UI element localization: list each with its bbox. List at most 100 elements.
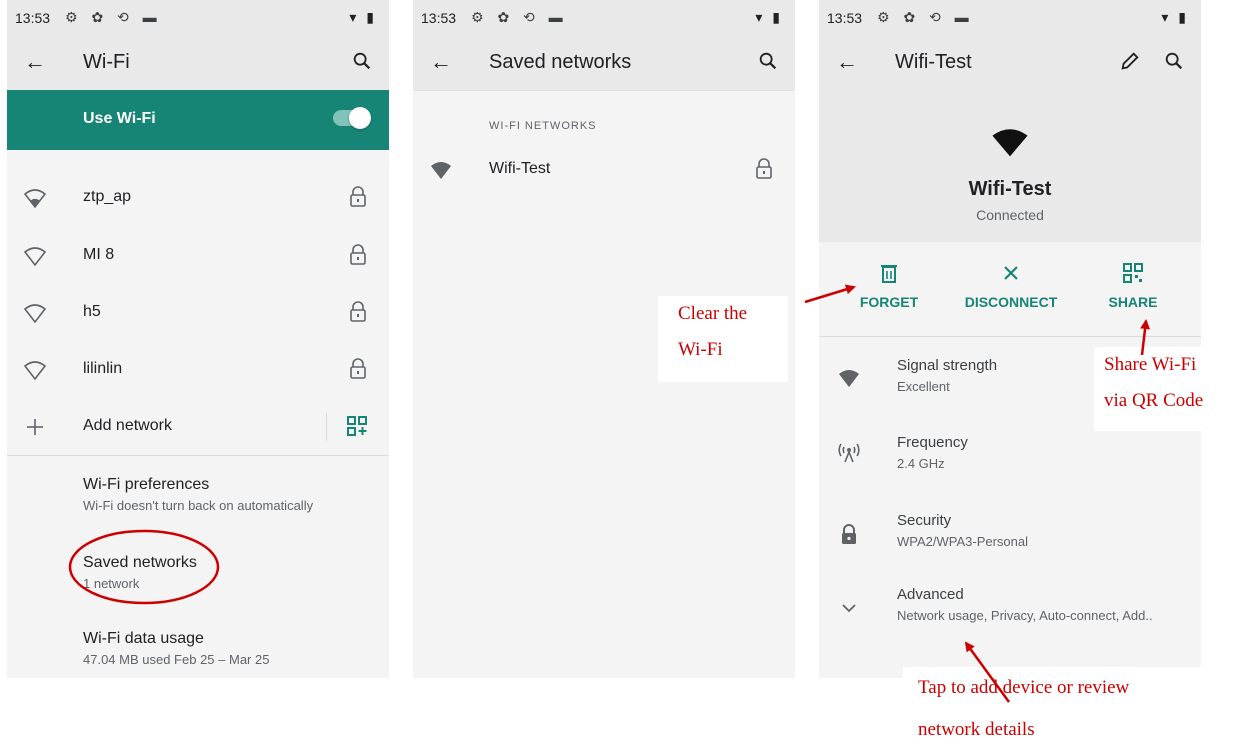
network-name: lilinlin [83, 360, 123, 377]
wifi-signal-icon [23, 189, 47, 209]
tap-advanced-callout: Tap to add device or review network deta… [903, 667, 1203, 755]
status-bar: 13:53 ⚙ ✿ ⟲ ▬ ▾ ▮ [7, 0, 389, 38]
vertical-divider [326, 413, 327, 441]
saved-networks-title: Saved networks [83, 554, 197, 571]
status-bar: 13:53 ⚙ ✿ ⟲ ▬ ▾ ▮ [413, 0, 795, 38]
detail-title: Advanced [897, 586, 964, 603]
network-name: h5 [83, 303, 101, 320]
disconnect-label: DISCONNECT [964, 294, 1058, 310]
wifi-signal-icon [23, 361, 47, 381]
network-row[interactable]: ztp_ap [7, 170, 389, 226]
forget-label: FORGET [859, 294, 919, 310]
detail-title: Signal strength [897, 357, 998, 374]
clear-wifi-callout: Clear the Wi-Fi [658, 296, 788, 382]
divider [819, 336, 1201, 337]
signal-battery-icons: ▾ ▮ [1161, 9, 1189, 25]
saved-network-row[interactable]: Wifi-Test [413, 142, 795, 198]
wifi-signal-icon [23, 247, 47, 267]
status-time: 13:53 [421, 10, 457, 26]
add-network-row[interactable]: Add network [7, 399, 389, 455]
wifi-preferences-title: Wi-Fi preferences [83, 476, 210, 493]
detail-value: WPA2/WPA3-Personal [897, 534, 1029, 549]
share-button[interactable]: SHARE [1073, 262, 1193, 310]
network-row[interactable]: MI 8 [7, 228, 389, 284]
callout-line: network details [918, 719, 1035, 740]
chevron-down-icon [842, 604, 856, 613]
network-details-screen: 13:53 ⚙ ✿ ⟲ ▬ ▾ ▮ ← Wifi-Test Wifi-Test … [819, 0, 1201, 678]
signal-battery-icons: ▾ ▮ [349, 9, 377, 25]
wifi-signal-icon [839, 370, 859, 387]
network-name: Wifi-Test [968, 178, 1052, 200]
page-title: Saved networks [489, 51, 632, 73]
saved-networks-subtitle: 1 network [83, 576, 140, 591]
callout-line: Wi-Fi [678, 339, 723, 360]
search-icon[interactable] [351, 50, 373, 72]
share-label: SHARE [1108, 294, 1158, 310]
network-name: MI 8 [83, 246, 115, 263]
use-wifi-label: Use Wi-Fi [83, 110, 156, 127]
edit-pencil-icon[interactable] [1119, 50, 1141, 72]
use-wifi-row[interactable]: Use Wi-Fi [7, 90, 389, 150]
wifi-signal-icon [431, 162, 451, 179]
network-row[interactable]: lilinlin [7, 342, 389, 398]
callout-line: Share Wi-Fi [1104, 354, 1197, 375]
trash-icon [881, 265, 897, 283]
lock-icon [350, 244, 366, 265]
back-arrow-icon[interactable]: ← [836, 49, 858, 75]
divider [7, 455, 389, 456]
notification-icons: ⚙ ✿ ⟲ ▬ [877, 9, 974, 25]
page-title: Wi-Fi [83, 51, 130, 73]
app-bar: ← Wi-Fi [7, 38, 389, 90]
callout-line: Tap to add device or review [918, 677, 1130, 698]
app-bar: ← Wifi-Test [819, 38, 1201, 90]
wifi-signal-large-icon [992, 129, 1028, 157]
forget-button[interactable]: FORGET [829, 262, 949, 310]
section-header: WI-FI NETWORKS [489, 120, 597, 132]
notification-icons: ⚙ ✿ ⟲ ▬ [65, 9, 162, 25]
divider [413, 90, 795, 91]
callout-line: Clear the [678, 303, 748, 324]
search-icon[interactable] [1163, 50, 1185, 72]
wifi-data-usage-subtitle: 47.04 MB used Feb 25 – Mar 25 [83, 652, 270, 667]
lock-icon [756, 158, 772, 179]
frequency-antenna-icon [838, 443, 860, 463]
detail-value: 2.4 GHz [897, 456, 945, 471]
add-network-label: Add network [83, 417, 172, 434]
search-icon[interactable] [757, 50, 779, 72]
network-name: Wifi-Test [489, 160, 551, 177]
lock-icon [350, 358, 366, 379]
lock-icon [350, 186, 366, 207]
qr-scan-icon[interactable] [347, 416, 367, 436]
plus-icon [27, 419, 43, 435]
wifi-settings-screen: 13:53 ⚙ ✿ ⟲ ▬ ▾ ▮ ← Wi-Fi Use Wi-Fi ztp_… [7, 0, 389, 678]
wifi-preferences-subtitle: Wi-Fi doesn't turn back on automatically [83, 498, 314, 513]
connection-status: Connected [976, 207, 1044, 223]
lock-icon [350, 301, 366, 322]
notification-icons: ⚙ ✿ ⟲ ▬ [471, 9, 568, 25]
close-icon [1004, 266, 1018, 280]
status-time: 13:53 [827, 10, 863, 26]
app-bar: ← Saved networks [413, 38, 795, 90]
network-header: Wifi-Test Connected [819, 90, 1201, 242]
wifi-toggle[interactable] [333, 107, 371, 129]
qr-code-icon [1123, 263, 1143, 283]
status-time: 13:53 [15, 10, 51, 26]
callout-line: via QR Code [1104, 390, 1204, 411]
detail-value: Excellent [897, 379, 950, 394]
detail-title: Security [897, 512, 952, 529]
detail-title: Frequency [897, 434, 968, 451]
back-arrow-icon[interactable]: ← [430, 49, 452, 75]
lock-filled-icon [842, 524, 856, 544]
wifi-signal-icon [23, 304, 47, 324]
back-arrow-icon[interactable]: ← [24, 49, 46, 75]
network-name: ztp_ap [83, 188, 132, 205]
page-title: Wifi-Test [895, 51, 972, 73]
disconnect-button[interactable]: DISCONNECT [951, 262, 1071, 310]
network-row[interactable]: h5 [7, 285, 389, 341]
toggle-knob [349, 107, 371, 129]
signal-battery-icons: ▾ ▮ [755, 9, 783, 25]
share-wifi-callout: Share Wi-Fi via QR Code [1094, 347, 1246, 431]
status-bar: 13:53 ⚙ ✿ ⟲ ▬ ▾ ▮ [819, 0, 1201, 38]
wifi-data-usage-title: Wi-Fi data usage [83, 630, 204, 647]
detail-value: Network usage, Privacy, Auto-connect, Ad… [897, 608, 1153, 623]
